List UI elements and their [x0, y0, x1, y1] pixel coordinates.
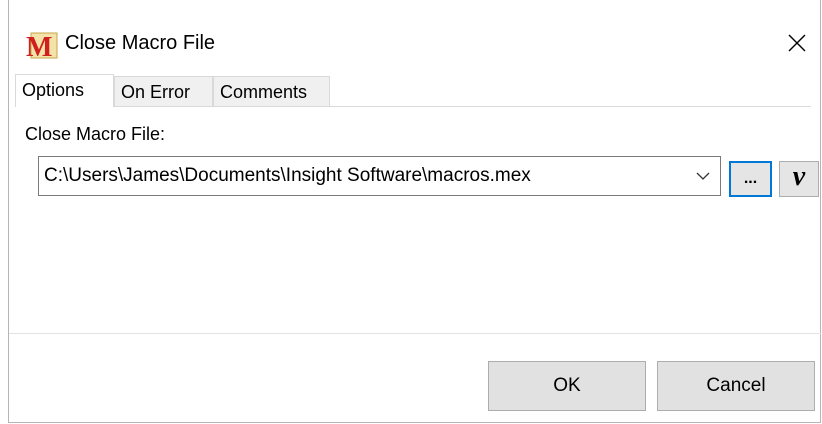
macro-m-icon: M — [26, 32, 58, 60]
svg-text:M: M — [26, 32, 52, 60]
macro-file-path: C:\Users\James\Documents\Insight Softwar… — [44, 165, 531, 186]
title-bar: M Close Macro File — [9, 0, 820, 68]
macro-file-combobox[interactable]: C:\Users\James\Documents\Insight Softwar… — [38, 156, 721, 196]
cancel-button[interactable]: Cancel — [657, 361, 815, 411]
window-title: Close Macro File — [65, 32, 216, 54]
chevron-down-icon[interactable] — [696, 169, 710, 183]
close-macro-file-label: Close Macro File: — [25, 124, 166, 144]
ok-button[interactable]: OK — [488, 361, 646, 411]
tab-on-error[interactable]: On Error — [114, 76, 213, 107]
footer-divider — [9, 333, 821, 334]
close-macro-file-dialog: M Close Macro File Options On Error Comm… — [8, 0, 821, 423]
tab-options[interactable]: Options — [15, 74, 114, 107]
close-icon[interactable] — [782, 28, 812, 58]
variable-button[interactable]: v — [779, 161, 819, 197]
browse-button[interactable]: ... — [729, 161, 772, 197]
tab-comments[interactable]: Comments — [213, 76, 330, 107]
